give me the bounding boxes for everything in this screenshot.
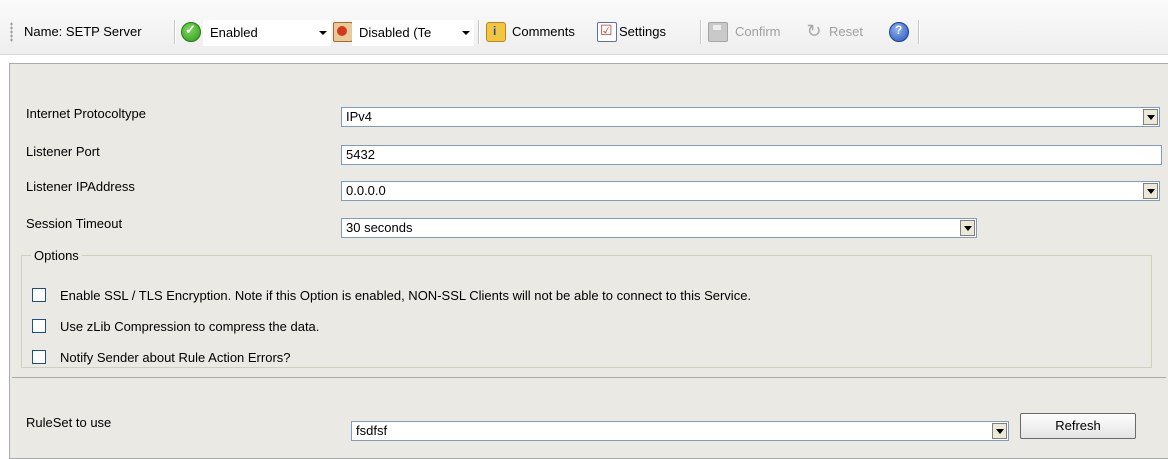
address-label: Listener IPAddress: [26, 179, 135, 194]
toolbar: Name: SETP Server Enabled Disabled (Te C…: [0, 0, 1168, 55]
port-value: 5432: [346, 147, 375, 162]
ssl-label: Enable SSL / TLS Encryption. Note if thi…: [60, 288, 752, 303]
ruleset-label: RuleSet to use: [26, 415, 112, 430]
comments-button[interactable]: Comments: [512, 21, 575, 43]
section-divider: [12, 377, 1166, 378]
toolbar-separator: [700, 20, 702, 44]
notify-checkbox[interactable]: [32, 350, 46, 364]
chevron-down-icon[interactable]: [1143, 183, 1158, 199]
port-label: Listener Port: [26, 144, 100, 159]
timeout-value: 30 seconds: [346, 220, 413, 235]
service-name-label: Name: SETP Server: [24, 24, 142, 39]
mode-select[interactable]: Disabled (Te: [352, 20, 474, 46]
confirm-button[interactable]: Confirm: [735, 21, 781, 43]
settings-button[interactable]: Settings: [619, 21, 666, 43]
mode-select-value: Disabled (Te: [359, 25, 432, 40]
zlib-checkbox[interactable]: [32, 319, 46, 333]
ruleset-value: fsdfsf: [356, 423, 388, 438]
port-input[interactable]: 5432: [341, 145, 1162, 165]
status-select[interactable]: Enabled: [203, 20, 331, 46]
help-icon[interactable]: [889, 22, 909, 42]
reset-button[interactable]: Reset: [829, 21, 863, 43]
chevron-down-icon[interactable]: [960, 220, 975, 236]
comments-icon[interactable]: [486, 22, 506, 42]
options-legend: Options: [34, 248, 79, 263]
zlib-label: Use zLib Compression to compress the dat…: [60, 319, 320, 334]
settings-panel: Internet Protocoltype IPv4 Listener Port…: [9, 63, 1168, 459]
timeout-select[interactable]: 30 seconds: [341, 218, 977, 238]
toolbar-grip[interactable]: [10, 22, 13, 42]
chevron-down-icon[interactable]: [992, 423, 1007, 439]
chevron-down-icon[interactable]: [1143, 109, 1158, 125]
notify-label: Notify Sender about Rule Action Errors?: [60, 350, 291, 365]
reset-icon: ↻: [806, 21, 822, 41]
toolbar-separator: [478, 20, 480, 44]
address-select[interactable]: 0.0.0.0: [341, 181, 1160, 201]
ssl-checkbox[interactable]: [32, 288, 46, 302]
save-icon: [708, 22, 728, 42]
toolbar-separator: [174, 20, 176, 44]
protocol-label: Internet Protocoltype: [26, 106, 146, 121]
chevron-down-icon[interactable]: [459, 21, 473, 45]
ruleset-select[interactable]: fsdfsf: [351, 421, 1009, 441]
check-circle-icon: [181, 22, 201, 42]
status-select-value: Enabled: [210, 25, 258, 40]
chevron-down-icon[interactable]: [316, 21, 330, 45]
toolbar-separator: [918, 20, 920, 44]
timeout-label: Session Timeout: [26, 216, 123, 231]
disabled-icon: [333, 22, 353, 42]
address-value: 0.0.0.0: [346, 183, 386, 198]
protocol-select[interactable]: IPv4: [341, 107, 1160, 127]
settings-icon[interactable]: [597, 22, 617, 42]
protocol-value: IPv4: [346, 109, 373, 124]
refresh-button[interactable]: Refresh: [1020, 413, 1136, 439]
